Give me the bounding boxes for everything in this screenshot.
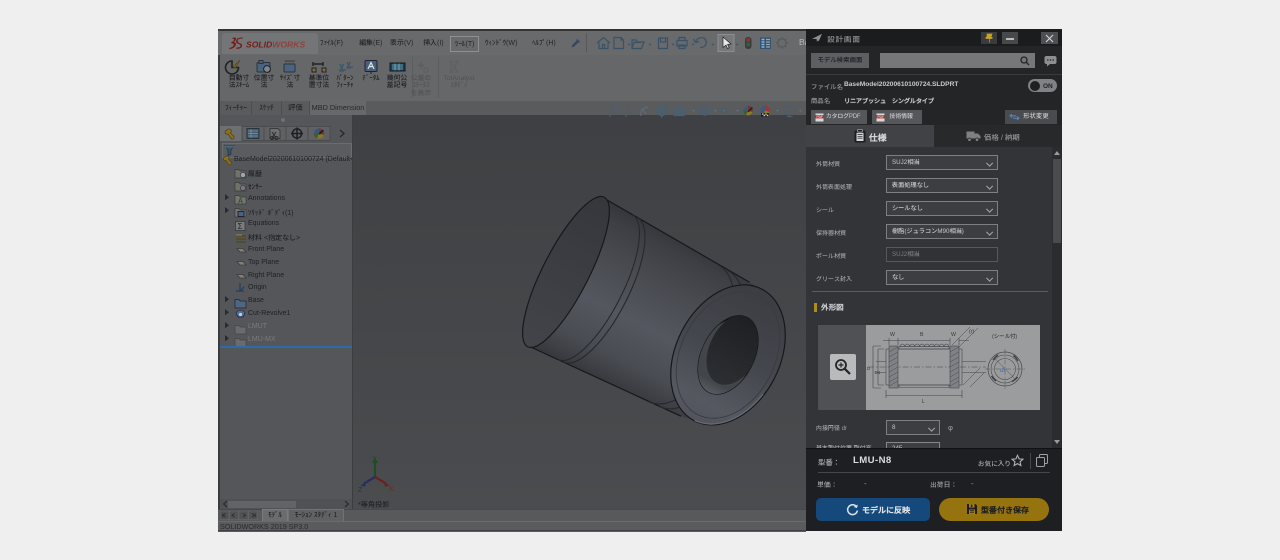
svg-text:W: W: [890, 332, 895, 338]
svg-text:SOLIDWORKS: SOLIDWORKS: [246, 40, 305, 50]
svg-text:Z: Z: [358, 487, 363, 494]
svg-text:L: L: [922, 399, 925, 405]
svg-text:PDF: PDF: [878, 115, 884, 119]
svg-text:X: X: [389, 486, 394, 493]
svg-text:D1: D1: [875, 370, 881, 375]
svg-text:B: B: [920, 332, 924, 338]
svg-text:A: A: [238, 198, 243, 205]
svg-text:Σ: Σ: [238, 222, 243, 231]
svg-text:dr: dr: [1000, 367, 1006, 374]
svg-text:(シール付): (シール付): [992, 333, 1017, 340]
svg-text:PDF: PDF: [817, 115, 823, 119]
svg-text:Y: Y: [372, 456, 377, 463]
svg-text:W: W: [951, 332, 956, 338]
svg-text:(r): (r): [969, 329, 974, 335]
